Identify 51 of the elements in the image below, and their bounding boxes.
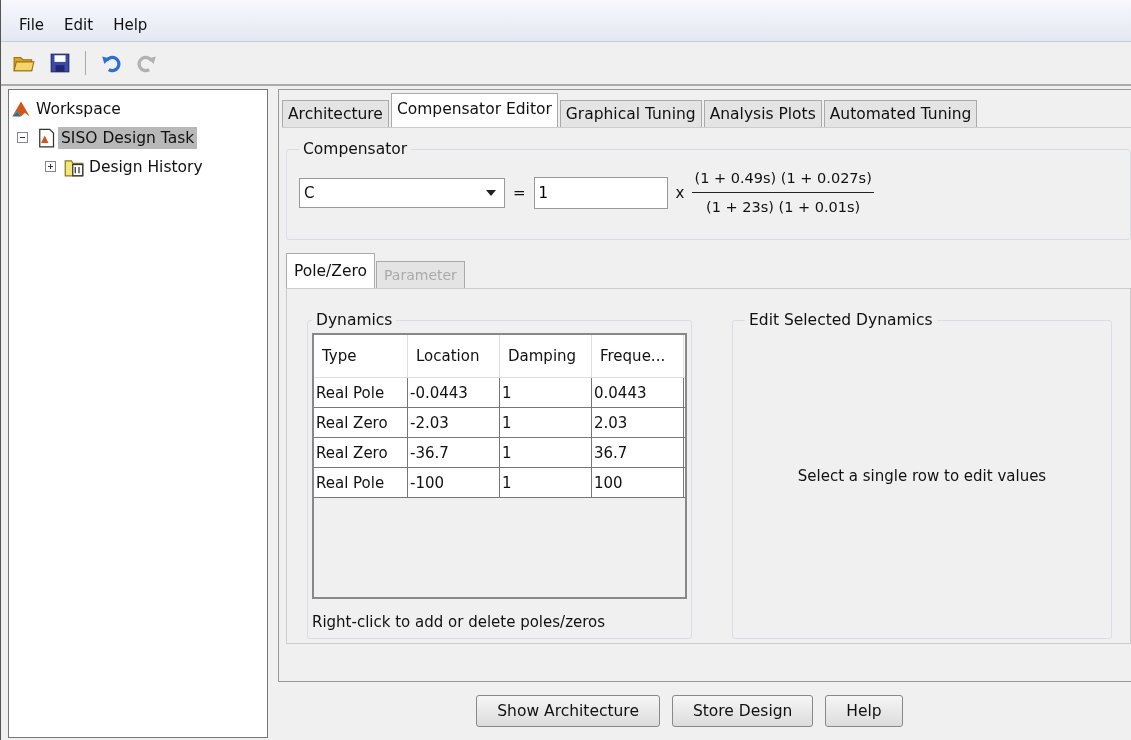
action-button[interactable]: Show Architecture [476, 695, 660, 727]
denominator: (1 + 23s) (1 + 0.01s) [706, 198, 861, 215]
equals-sign: = [513, 183, 526, 202]
document-icon [36, 127, 56, 148]
menu-item[interactable]: Help [113, 15, 148, 34]
tree-item[interactable]: Workspace [33, 97, 124, 120]
table-cell: -36.7 [408, 438, 500, 467]
save-icon[interactable] [49, 52, 71, 74]
tab[interactable]: Graphical Tuning [559, 100, 702, 127]
menu-item[interactable]: File [19, 15, 45, 34]
tab[interactable]: Architecture [282, 100, 389, 127]
action-button[interactable]: Store Design [671, 695, 814, 727]
menu-item[interactable]: Edit [64, 15, 94, 34]
table-cell: Real Pole [314, 468, 408, 497]
table-cell: Real Pole [314, 378, 408, 407]
table-cell: -100 [408, 468, 500, 497]
times-sign: x [675, 183, 685, 202]
expander-icon[interactable] [17, 132, 28, 143]
tree-item[interactable]: SISO Design Task [58, 126, 198, 149]
table-cell: -0.0443 [408, 378, 500, 407]
column-header[interactable]: Freque... [592, 335, 684, 377]
table-cell: 1 [500, 408, 592, 437]
table-cell: 1 [500, 468, 592, 497]
group-title: Edit Selected Dynamics [748, 311, 934, 329]
column-header[interactable]: Type [314, 335, 408, 377]
tab[interactable]: Automated Tuning [823, 100, 978, 127]
table-cell: 0.0443 [592, 378, 684, 407]
tab[interactable]: Pole/Zero [286, 253, 375, 288]
action-button[interactable]: Help [825, 695, 903, 727]
compensator-dropdown[interactable]: C [299, 177, 505, 208]
table-cell: -2.03 [408, 408, 500, 437]
tab[interactable]: Analysis Plots [703, 100, 822, 127]
hint-text: Right-click to add or delete poles/zeros [312, 613, 607, 631]
table-cell: 1 [500, 378, 592, 407]
column-header[interactable]: Location [408, 335, 500, 377]
column-header[interactable]: Damping [500, 335, 592, 377]
table-cell: Real Zero [314, 408, 408, 437]
table-cell: 100 [592, 468, 684, 497]
tab[interactable]: Compensator Editor [390, 93, 558, 127]
table-cell: 36.7 [592, 438, 684, 467]
table-cell: 2.03 [592, 408, 684, 437]
table-cell: 1 [500, 438, 592, 467]
numerator: (1 + 0.49s) (1 + 0.027s) [692, 170, 874, 193]
gain-field[interactable]: 1 [533, 176, 668, 209]
empty-message: Select a single row to edit values [797, 466, 1047, 485]
group-title: Compensator [302, 140, 409, 158]
expander-icon[interactable] [45, 161, 56, 172]
group-title: Dynamics [315, 311, 394, 329]
caret-icon [486, 189, 496, 196]
tree-item[interactable]: Design History [86, 155, 206, 178]
table-cell: Real Zero [314, 438, 408, 467]
